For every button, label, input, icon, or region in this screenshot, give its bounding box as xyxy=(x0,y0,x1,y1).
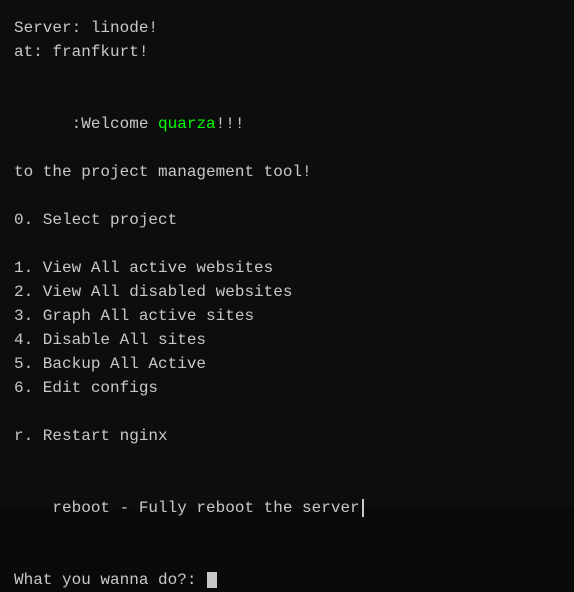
welcome-prefix: :Welcome xyxy=(52,115,158,133)
menu-item-r: r. Restart nginx xyxy=(14,424,560,448)
project-line: to the project management tool! xyxy=(14,160,560,184)
blank-line-5 xyxy=(14,448,560,472)
welcome-line: :Welcome quarza!!! xyxy=(14,88,560,160)
menu-item-2: 2. View All disabled websites xyxy=(14,280,560,304)
menu-item-1: 1. View All active websites xyxy=(14,256,560,280)
menu-item-6: 6. Edit configs xyxy=(14,376,560,400)
prompt-text: What you wanna do?: xyxy=(14,568,206,592)
menu-item-4: 4. Disable All sites xyxy=(14,328,560,352)
username: quarza xyxy=(158,115,216,133)
blank-line-2 xyxy=(14,184,560,208)
blank-line-4 xyxy=(14,400,560,424)
server-line1: Server: linode! xyxy=(14,16,560,40)
reboot-line: reboot - Fully reboot the server xyxy=(14,472,560,544)
terminal-cursor xyxy=(207,572,217,588)
welcome-suffix: !!! xyxy=(216,115,245,133)
menu-item-5: 5. Backup All Active xyxy=(14,352,560,376)
blank-line-6 xyxy=(14,544,560,568)
terminal-window: Server: linode! at: franfkurt! :Welcome … xyxy=(0,0,574,508)
server-line2: at: franfkurt! xyxy=(14,40,560,64)
input-line[interactable]: What you wanna do?: xyxy=(14,568,560,592)
blank-line-1 xyxy=(14,64,560,88)
blank-line-3 xyxy=(14,232,560,256)
menu-item-0: 0. Select project xyxy=(14,208,560,232)
menu-item-3: 3. Graph All active sites xyxy=(14,304,560,328)
reboot-text: reboot - Fully reboot the server xyxy=(52,499,359,517)
